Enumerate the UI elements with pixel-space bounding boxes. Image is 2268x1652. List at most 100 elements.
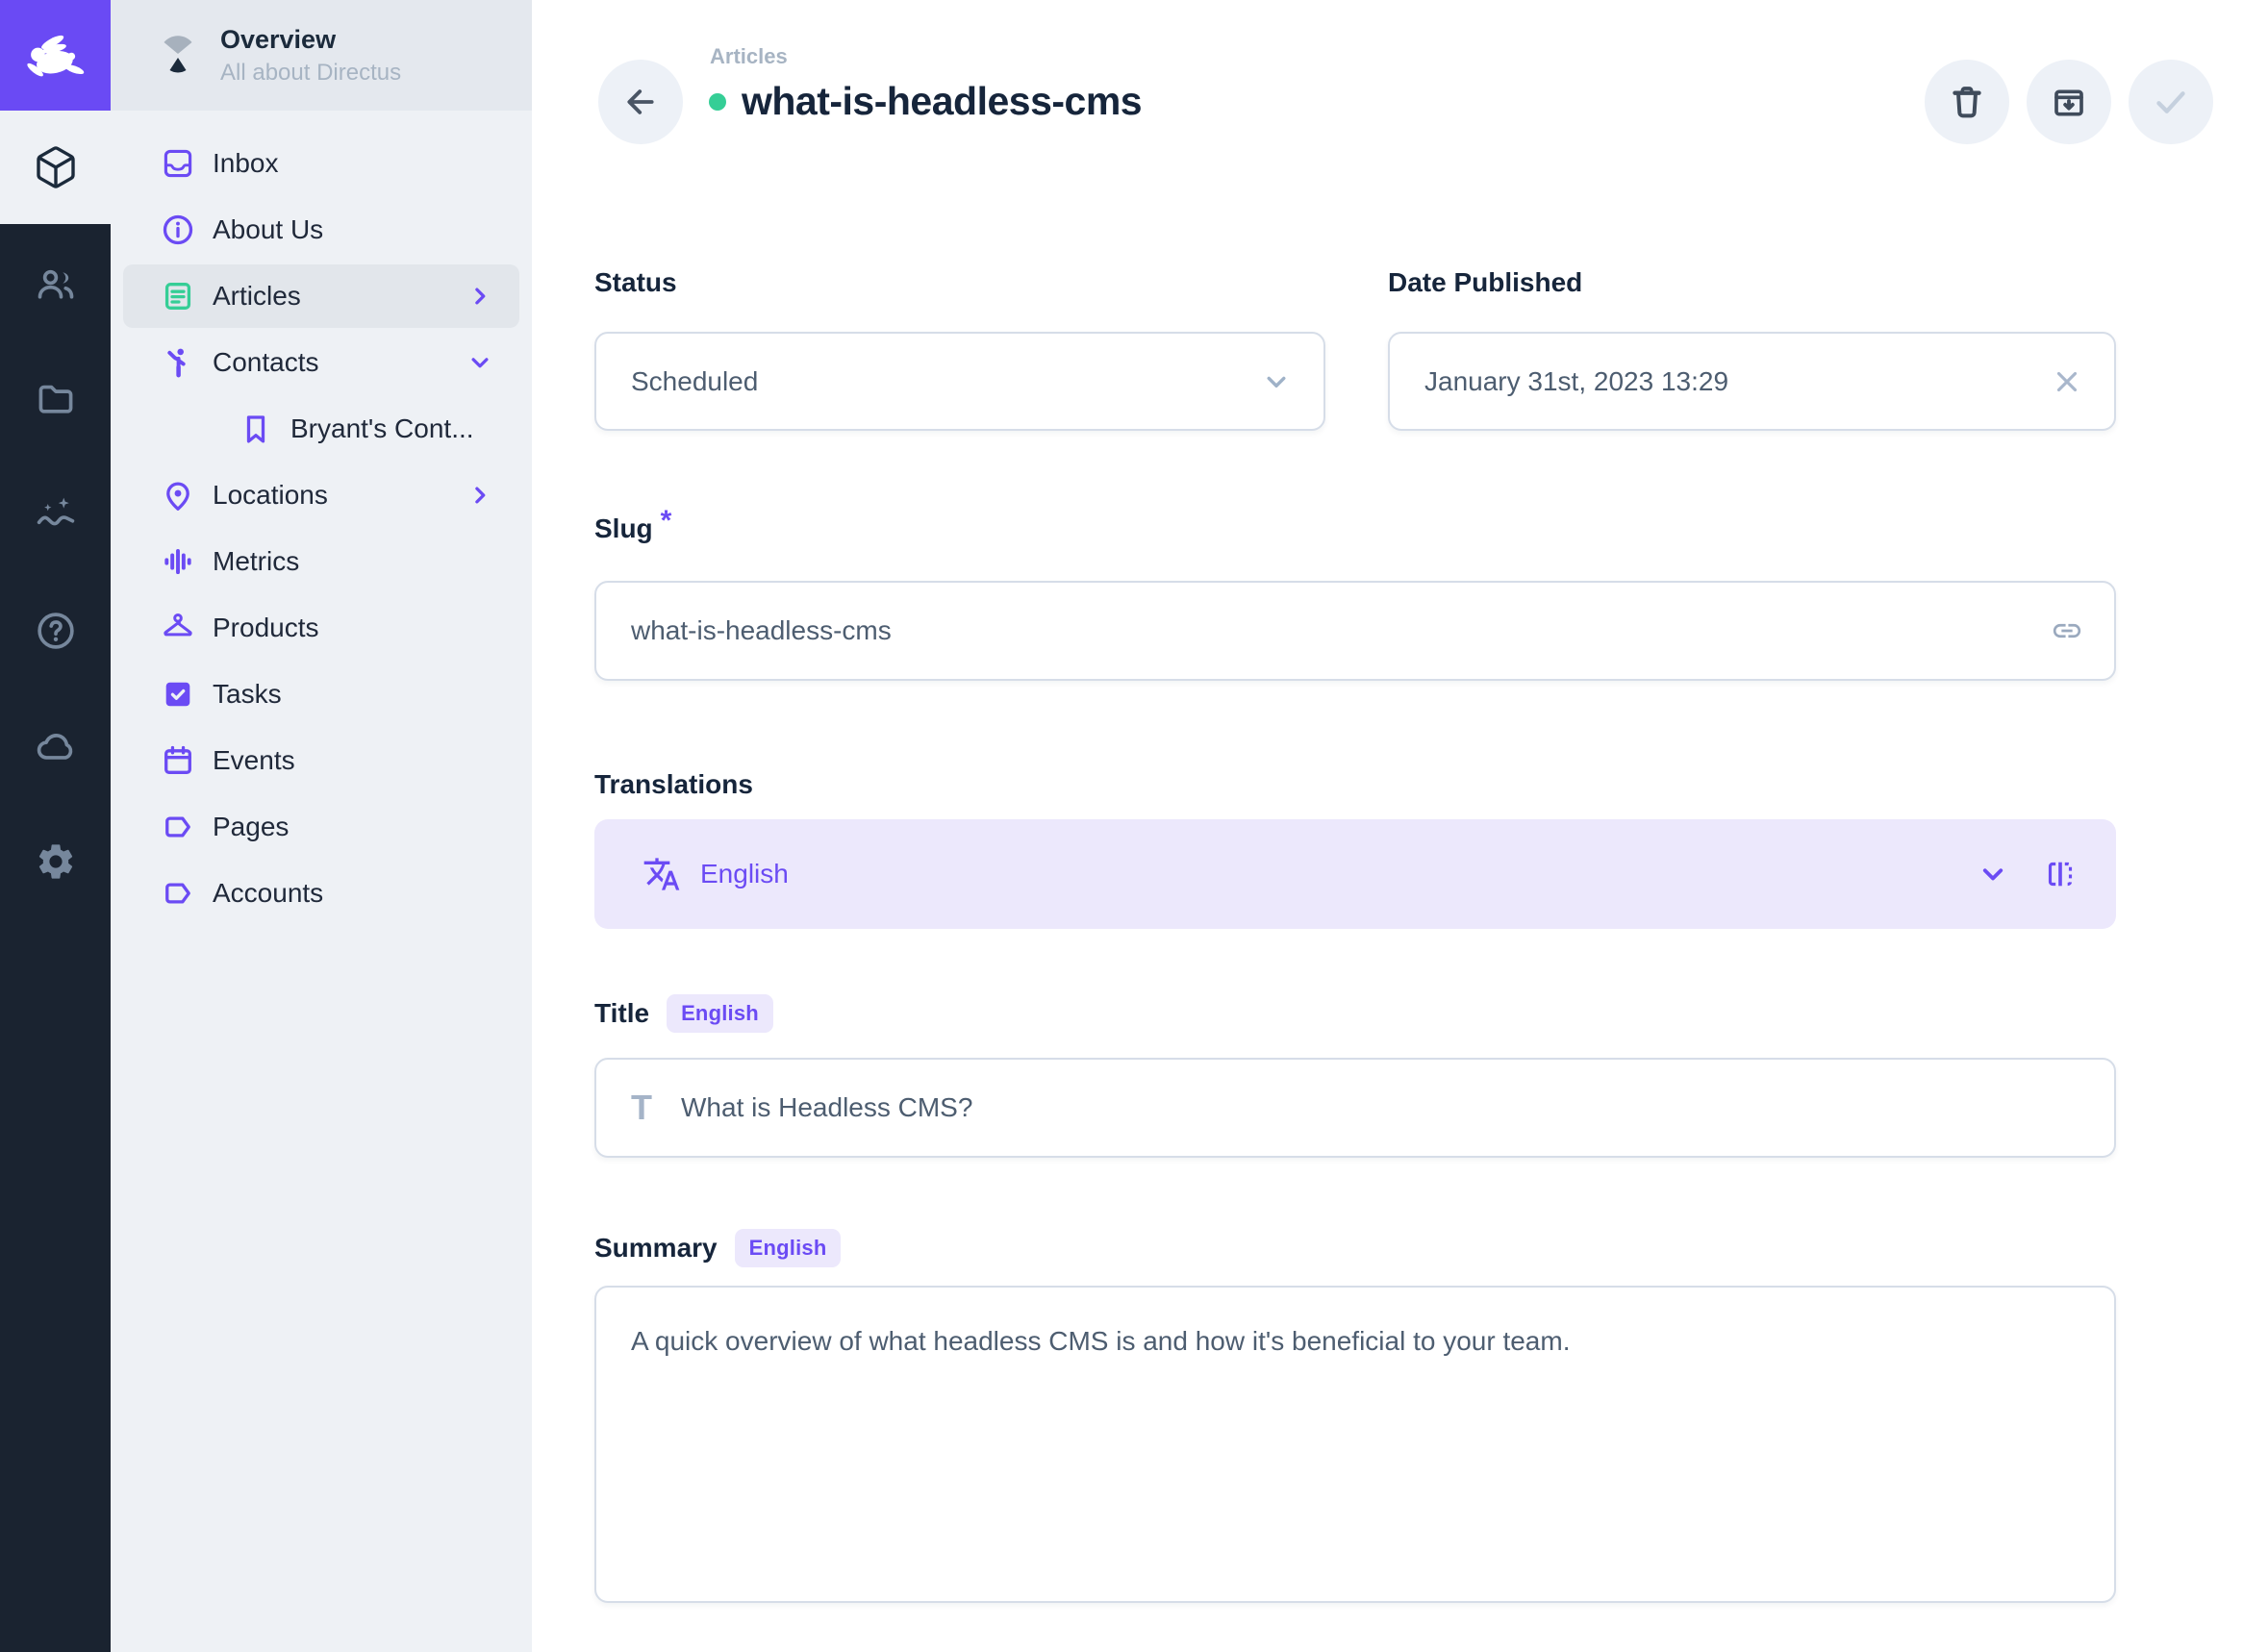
translate-icon: [643, 855, 681, 893]
language-badge: English: [667, 994, 773, 1033]
nav-sidebar: Overview All about Directus Inbox: [111, 0, 532, 1652]
chevron-right-icon: [466, 481, 494, 510]
sidebar-item-bryants-contacts[interactable]: Bryant's Cont...: [123, 397, 519, 461]
calendar-icon: [161, 743, 195, 778]
chevron-down-icon: [466, 348, 494, 377]
archive-icon: [2050, 83, 2088, 121]
title-row: what-is-headless-cms: [709, 79, 1142, 124]
link-icon: [2051, 614, 2083, 647]
title-value: What is Headless CMS?: [681, 1092, 2083, 1123]
main-content: Articles what-is-headless-cms: [532, 0, 2268, 1652]
sidebar-item-label: Pages: [213, 812, 494, 842]
module-insights[interactable]: [0, 457, 111, 572]
module-cloud[interactable]: [0, 688, 111, 804]
sidebar-item-label: Accounts: [213, 878, 494, 909]
sidebar-item-label: Bryant's Cont...: [290, 413, 494, 444]
directus-rabbit-logo[interactable]: [0, 0, 111, 111]
tag-icon: [161, 876, 195, 911]
equalizer-icon: [161, 544, 195, 579]
info-icon: [161, 213, 195, 247]
tag-icon: [161, 810, 195, 844]
rabbit-logo-icon: [21, 21, 90, 90]
chevron-down-icon: [1976, 857, 2010, 891]
date-published-value: January 31st, 2023 13:29: [1424, 366, 2051, 397]
slug-input[interactable]: what-is-headless-cms: [594, 581, 2116, 681]
sidebar-item-products[interactable]: Products: [123, 596, 519, 660]
date-published-input[interactable]: January 31st, 2023 13:29: [1388, 332, 2116, 431]
save-button[interactable]: [2129, 60, 2213, 144]
module-settings[interactable]: [0, 804, 111, 919]
map-pin-icon: [161, 478, 195, 513]
sidebar-item-label: Articles: [213, 281, 466, 312]
chevron-right-icon: [466, 282, 494, 311]
summary-label: Summary English: [594, 1227, 841, 1269]
sidebar-item-locations[interactable]: Locations: [123, 463, 519, 527]
hanger-icon: [161, 611, 195, 645]
sidebar-item-accounts[interactable]: Accounts: [123, 862, 519, 925]
language-badge: English: [735, 1229, 842, 1267]
title-label: Title English: [594, 992, 773, 1035]
module-users[interactable]: [0, 226, 111, 341]
pie-gauge-icon: [155, 33, 201, 79]
sidebar-item-label: Inbox: [213, 148, 494, 179]
status-select[interactable]: Scheduled: [594, 332, 1325, 431]
status-label: Status: [594, 262, 677, 304]
sidebar-item-label: Tasks: [213, 679, 494, 710]
archive-button[interactable]: [2027, 60, 2111, 144]
module-rail: [0, 0, 111, 1652]
help-icon: [35, 610, 77, 652]
summary-textarea[interactable]: A quick overview of what headless CMS is…: [594, 1286, 2116, 1603]
sidebar-item-tasks[interactable]: Tasks: [123, 663, 519, 726]
translations-row[interactable]: English: [594, 819, 2116, 929]
sidebar-item-label: Products: [213, 613, 494, 643]
sidebar-item-articles[interactable]: Articles: [123, 264, 519, 328]
settings-gear-icon: [35, 840, 77, 883]
sidebar-item-events[interactable]: Events: [123, 729, 519, 792]
sidebar-item-contacts[interactable]: Contacts: [123, 331, 519, 394]
sidebar-item-label: About Us: [213, 214, 494, 245]
translation-language: English: [700, 859, 1943, 889]
app-root: Overview All about Directus Inbox: [0, 0, 2268, 1652]
slug-label: Slug *: [594, 508, 671, 550]
module-files[interactable]: [0, 341, 111, 457]
translations-label: Translations: [594, 763, 753, 806]
status-value: Scheduled: [631, 366, 1260, 397]
sidebar-item-pages[interactable]: Pages: [123, 795, 519, 859]
insights-icon: [35, 493, 77, 536]
article-doc-icon: [161, 279, 195, 313]
required-marker: *: [661, 505, 672, 538]
title-t-icon: T: [631, 1088, 652, 1128]
bookmark-icon: [239, 412, 273, 446]
sidebar-item-label: Events: [213, 745, 494, 776]
delete-button[interactable]: [1925, 60, 2009, 144]
project-subtitle: All about Directus: [220, 60, 401, 87]
status-dot: [709, 93, 726, 111]
summary-value: A quick overview of what headless CMS is…: [631, 1326, 2083, 1357]
sidebar-item-about-us[interactable]: About Us: [123, 198, 519, 262]
breadcrumb[interactable]: Articles: [710, 44, 788, 69]
trash-icon: [1948, 83, 1986, 121]
split-view-icon[interactable]: [2043, 857, 2078, 891]
sidebar-item-label: Locations: [213, 480, 466, 511]
cloud-icon: [35, 725, 77, 767]
sidebar-item-inbox[interactable]: Inbox: [123, 132, 519, 195]
title-input[interactable]: T What is Headless CMS?: [594, 1058, 2116, 1158]
box-icon: [33, 144, 79, 190]
task-check-icon: [161, 677, 195, 712]
module-help[interactable]: [0, 573, 111, 688]
project-switcher[interactable]: Overview All about Directus: [111, 0, 532, 111]
folder-icon: [35, 378, 77, 420]
chevron-down-icon: [1260, 365, 1293, 398]
project-name: Overview: [220, 25, 401, 55]
sidebar-item-label: Contacts: [213, 347, 466, 378]
users-icon: [35, 263, 77, 305]
module-content[interactable]: [0, 111, 111, 224]
inbox-icon: [161, 146, 195, 181]
date-published-label: Date Published: [1388, 262, 1582, 304]
sidebar-item-metrics[interactable]: Metrics: [123, 530, 519, 593]
slug-value: what-is-headless-cms: [631, 615, 2051, 646]
clear-date-button[interactable]: [2051, 365, 2083, 398]
back-button[interactable]: [598, 60, 683, 144]
arrow-left-icon: [621, 83, 660, 121]
sidebar-item-label: Metrics: [213, 546, 494, 577]
